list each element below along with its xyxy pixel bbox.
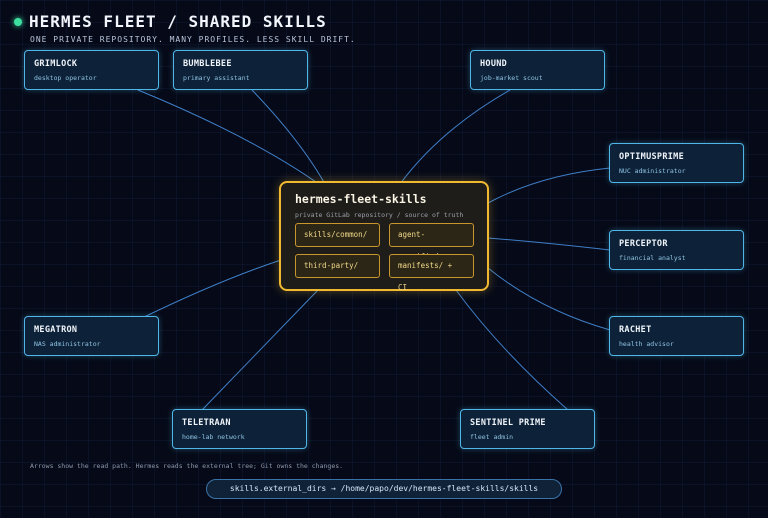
node-sentinel-prime[interactable]: SENTINEL PRIME fleet admin (460, 409, 595, 449)
node-role: financial analyst (619, 254, 686, 262)
node-name: TELETRAAN (182, 418, 231, 428)
node-name: GRIMLOCK (34, 59, 78, 69)
edge-grimlock (137, 89, 331, 193)
node-name: MEGATRON (34, 325, 78, 335)
folder-agent-specific[interactable]: agent-specific/ (389, 223, 474, 261)
config-path-pill: skills.external_dirs → /home/papo/dev/he… (206, 479, 562, 499)
folder-manifests-ci[interactable]: manifests/ + CI (389, 254, 474, 292)
node-role: health advisor (619, 340, 674, 348)
node-role: primary assistant (183, 74, 250, 82)
edge-perceptor (487, 237, 611, 251)
edge-optimusprime (487, 167, 611, 204)
footnote: Arrows show the read path. Hermes reads … (30, 462, 344, 470)
status-dot-icon (14, 17, 22, 26)
node-name: PERCEPTOR (619, 239, 668, 249)
edge-rachet (487, 267, 611, 331)
edge-bumblebee (251, 89, 326, 185)
node-optimusprime[interactable]: OPTIMUSPRIME NUC administrator (609, 143, 744, 183)
node-perceptor[interactable]: PERCEPTOR financial analyst (609, 230, 744, 270)
header: HERMES FLEET / SHARED SKILLS (14, 12, 327, 31)
node-hound[interactable]: HOUND job-market scout (470, 50, 605, 90)
node-rachet[interactable]: RACHET health advisor (609, 316, 744, 356)
folder-skills-common[interactable]: skills/common/ (295, 223, 380, 247)
node-role: job-market scout (480, 74, 543, 82)
node-megatron[interactable]: MEGATRON NAS administrator (24, 316, 159, 356)
node-role: desktop operator (34, 74, 97, 82)
hub-repository[interactable]: hermes-fleet-skills private GitLab repos… (279, 181, 489, 292)
node-name: SENTINEL PRIME (470, 418, 546, 428)
edge-hound (399, 89, 511, 185)
node-role: NAS administrator (34, 340, 101, 348)
node-name: OPTIMUSPRIME (619, 152, 685, 162)
node-role: home-lab network (182, 433, 245, 441)
hub-title: hermes-fleet-skills (295, 192, 427, 206)
page-subtitle: ONE PRIVATE REPOSITORY. MANY PROFILES. L… (30, 35, 356, 44)
node-name: HOUND (480, 59, 508, 69)
folder-third-party[interactable]: third-party/ (295, 254, 380, 278)
node-grimlock[interactable]: GRIMLOCK desktop operator (24, 50, 159, 90)
node-name: BUMBLEBEE (183, 59, 232, 69)
node-bumblebee[interactable]: BUMBLEBEE primary assistant (173, 50, 308, 90)
hub-subtitle: private GitLab repository / source of tr… (295, 211, 464, 219)
node-teletraan[interactable]: TELETRAAN home-lab network (172, 409, 307, 449)
node-role: NUC administrator (619, 167, 686, 175)
edge-megatron (137, 259, 282, 321)
page-title: HERMES FLEET / SHARED SKILLS (29, 12, 327, 31)
edge-teletraan (201, 289, 319, 411)
node-role: fleet admin (470, 433, 514, 441)
node-name: RACHET (619, 325, 652, 335)
